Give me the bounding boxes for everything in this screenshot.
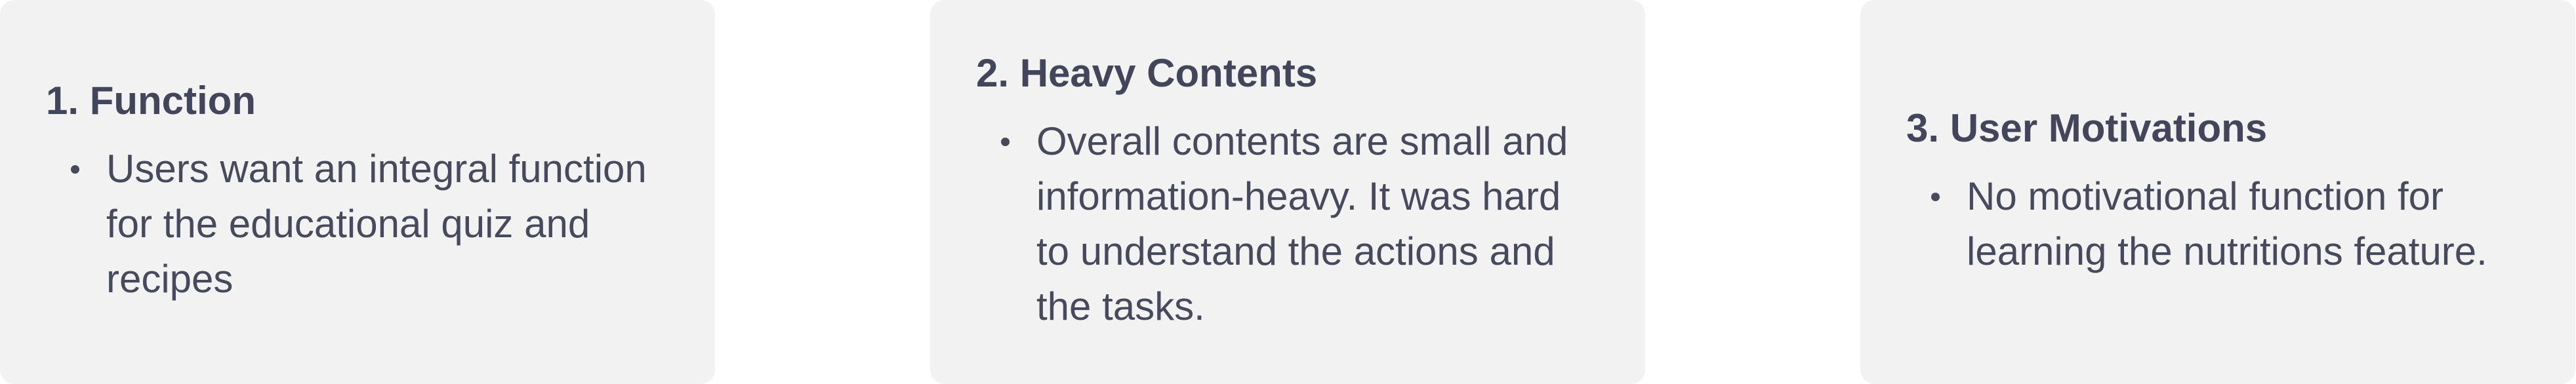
bullet-icon [71, 165, 79, 174]
list-item: Users want an integral function for the … [46, 142, 669, 307]
list-item-text: Users want an integral function for the … [106, 147, 647, 301]
card-list: Users want an integral function for the … [46, 142, 669, 307]
card-title: 2. Heavy Contents [976, 51, 1318, 95]
card-title: 1. Function [46, 79, 256, 123]
card-list: No motivational function for learning th… [1906, 169, 2529, 279]
card-list: Overall contents are small and informati… [976, 114, 1599, 334]
card-heavy-contents: 2. Heavy Contents Overall contents are s… [930, 0, 1645, 384]
card-user-motivations: 3. User Motivations No motivational func… [1860, 0, 2575, 384]
list-item: No motivational function for learning th… [1906, 169, 2529, 279]
list-item-text: Overall contents are small and informati… [1036, 119, 1568, 328]
bullet-icon [1001, 138, 1010, 146]
card-title: 3. User Motivations [1906, 106, 2268, 150]
list-item: Overall contents are small and informati… [976, 114, 1599, 334]
card-function: 1. Function Users want an integral funct… [0, 0, 715, 384]
list-item-text: No motivational function for learning th… [1967, 174, 2487, 273]
bullet-icon [1931, 193, 1940, 201]
